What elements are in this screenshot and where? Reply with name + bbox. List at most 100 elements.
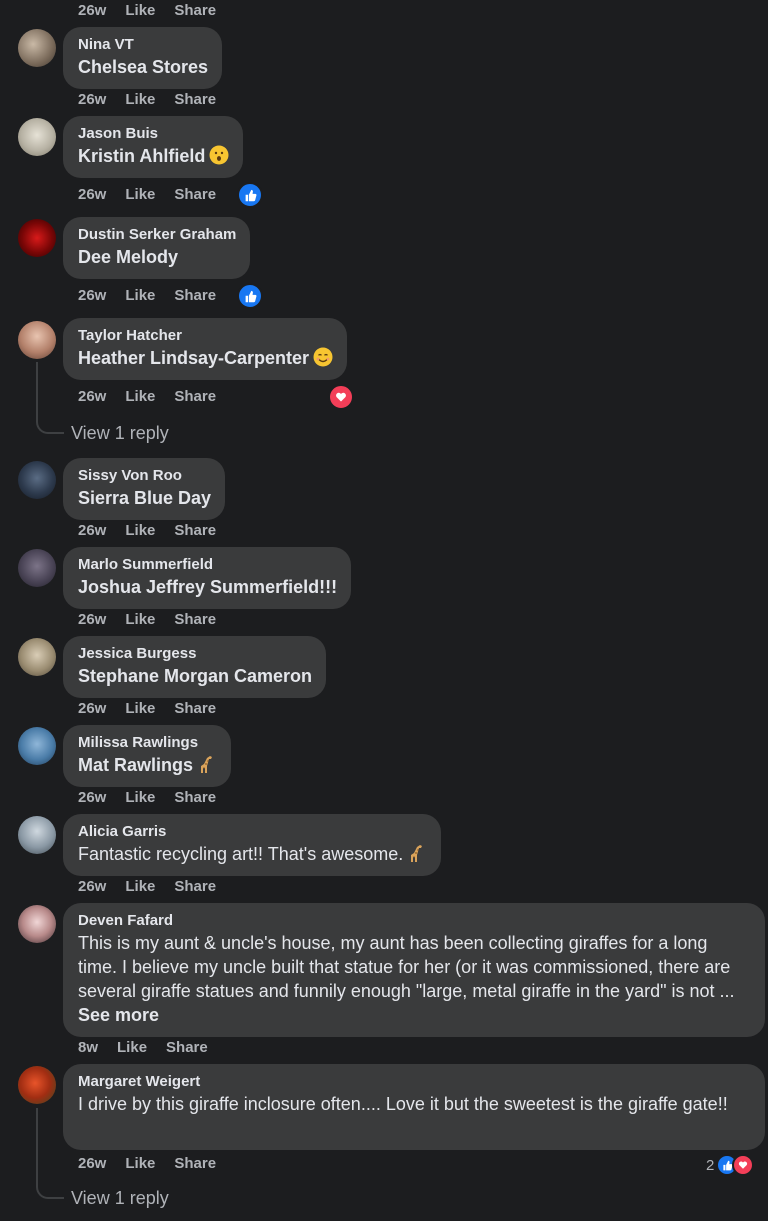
share-link[interactable]: Share bbox=[174, 91, 216, 108]
comment-timestamp[interactable]: 26w bbox=[78, 611, 106, 628]
comment-author[interactable]: Margaret Weigert bbox=[78, 1072, 751, 1092]
comment-text[interactable]: Sierra Blue Day bbox=[78, 486, 211, 510]
comment-timestamp[interactable]: 26w bbox=[78, 388, 106, 405]
giraffe-emoji-icon bbox=[201, 756, 213, 773]
comment-actions: 8w Like Share bbox=[78, 1039, 208, 1056]
like-link[interactable]: Like bbox=[125, 611, 155, 628]
avatar[interactable] bbox=[18, 321, 56, 359]
comment-text-content[interactable]: Mat Rawlings bbox=[78, 755, 193, 775]
like-link[interactable]: Like bbox=[125, 388, 155, 405]
share-link[interactable]: Share bbox=[174, 789, 216, 806]
thread-line bbox=[36, 362, 38, 420]
avatar[interactable] bbox=[18, 219, 56, 257]
like-link[interactable]: Like bbox=[125, 2, 155, 19]
comment-text-content[interactable]: This is my aunt & uncle's house, my aunt… bbox=[78, 933, 735, 1001]
avatar[interactable] bbox=[18, 549, 56, 587]
share-link[interactable]: Share bbox=[174, 2, 216, 19]
reaction-summary[interactable]: 2 bbox=[706, 1154, 755, 1176]
comment-bubble: Jason Buis Kristin Ahlfield bbox=[63, 116, 244, 178]
comment-text: Mat Rawlings bbox=[78, 753, 217, 777]
avatar[interactable] bbox=[18, 727, 56, 765]
avatar[interactable] bbox=[18, 905, 56, 943]
avatar[interactable] bbox=[18, 461, 56, 499]
thread-connector bbox=[36, 1185, 64, 1199]
comment-bubble: Milissa Rawlings Mat Rawlings bbox=[63, 725, 232, 787]
avatar[interactable] bbox=[18, 29, 56, 67]
share-link[interactable]: Share bbox=[174, 611, 216, 628]
comment-text-content[interactable]: Kristin Ahlfield bbox=[78, 146, 205, 166]
comment-bubble: Alicia Garris Fantastic recycling art!! … bbox=[63, 814, 442, 876]
comment-actions: 26w Like Share bbox=[78, 700, 216, 717]
comment-bubble: Marlo Summerfield Joshua Jeffrey Summerf… bbox=[63, 547, 352, 609]
comment-timestamp[interactable]: 26w bbox=[78, 287, 106, 304]
like-reaction-icon[interactable] bbox=[237, 182, 263, 208]
reaction-count: 2 bbox=[706, 1156, 715, 1174]
comment-timestamp[interactable]: 26w bbox=[78, 789, 106, 806]
comment-timestamp[interactable]: 26w bbox=[78, 522, 106, 539]
comment-actions: 26w Like Share bbox=[78, 287, 216, 304]
share-link[interactable]: Share bbox=[174, 388, 216, 405]
share-link[interactable]: Share bbox=[166, 1039, 208, 1056]
comment-author[interactable]: Marlo Summerfield bbox=[78, 555, 337, 575]
like-link[interactable]: Like bbox=[125, 878, 155, 895]
comment-timestamp[interactable]: 8w bbox=[78, 1039, 98, 1056]
comment-bubble: Jessica Burgess Stephane Morgan Cameron bbox=[63, 636, 327, 698]
like-link[interactable]: Like bbox=[125, 186, 155, 203]
like-link[interactable]: Like bbox=[125, 91, 155, 108]
share-link[interactable]: Share bbox=[174, 1155, 216, 1172]
comment-timestamp[interactable]: 26w bbox=[78, 1155, 106, 1172]
like-link[interactable]: Like bbox=[125, 522, 155, 539]
share-link[interactable]: Share bbox=[174, 186, 216, 203]
comment-timestamp[interactable]: 26w bbox=[78, 878, 106, 895]
comment-text[interactable]: I drive by this giraffe inclosure often.… bbox=[78, 1092, 751, 1116]
avatar[interactable] bbox=[18, 638, 56, 676]
love-reaction-icon[interactable] bbox=[328, 384, 354, 410]
avatar[interactable] bbox=[18, 816, 56, 854]
comment-actions: 26w Like Share bbox=[78, 186, 216, 203]
comment-author[interactable]: Jason Buis bbox=[78, 124, 229, 144]
view-replies-link[interactable]: View 1 reply bbox=[71, 1188, 169, 1209]
comment-bubble: Dustin Serker Graham Dee Melody bbox=[63, 217, 251, 279]
comment-timestamp[interactable]: 26w bbox=[78, 91, 106, 108]
comment-author[interactable]: Jessica Burgess bbox=[78, 644, 312, 664]
comment-bubble: Margaret Weigert I drive by this giraffe… bbox=[63, 1064, 765, 1150]
comment-timestamp[interactable]: 26w bbox=[78, 186, 106, 203]
like-reaction-icon[interactable] bbox=[237, 283, 263, 309]
hushed-face-emoji-icon bbox=[209, 145, 229, 165]
like-link[interactable]: Like bbox=[125, 1155, 155, 1172]
comment-bubble: Nina VT Chelsea Stores bbox=[63, 27, 223, 89]
comment-author[interactable]: Alicia Garris bbox=[78, 822, 427, 842]
comment-text: Kristin Ahlfield bbox=[78, 144, 229, 168]
comment-author[interactable]: Sissy Von Roo bbox=[78, 466, 211, 486]
share-link[interactable]: Share bbox=[174, 878, 216, 895]
avatar[interactable] bbox=[18, 118, 56, 156]
like-link[interactable]: Like bbox=[125, 287, 155, 304]
comment-author[interactable]: Taylor Hatcher bbox=[78, 326, 333, 346]
share-link[interactable]: Share bbox=[174, 522, 216, 539]
comment-actions: 26w Like Share bbox=[78, 91, 216, 108]
like-link[interactable]: Like bbox=[125, 700, 155, 717]
avatar[interactable] bbox=[18, 1066, 56, 1104]
comment-actions: 26w Like Share bbox=[78, 522, 216, 539]
comment-actions: 26w Like Share bbox=[78, 1155, 216, 1172]
comment-text[interactable]: Stephane Morgan Cameron bbox=[78, 664, 312, 688]
comment-author[interactable]: Milissa Rawlings bbox=[78, 733, 217, 753]
comment-text[interactable]: Chelsea Stores bbox=[78, 55, 208, 79]
comment-author[interactable]: Nina VT bbox=[78, 35, 208, 55]
comment-actions: 26w Like Share bbox=[78, 878, 216, 895]
comment-timestamp[interactable]: 26w bbox=[78, 2, 106, 19]
thread-line bbox=[36, 1108, 38, 1185]
comment-text[interactable]: Dee Melody bbox=[78, 245, 236, 269]
share-link[interactable]: Share bbox=[174, 700, 216, 717]
comment-author[interactable]: Deven Fafard bbox=[78, 911, 751, 931]
comment-text-content[interactable]: Fantastic recycling art!! That's awesome… bbox=[78, 844, 403, 864]
comment-timestamp[interactable]: 26w bbox=[78, 700, 106, 717]
like-link[interactable]: Like bbox=[125, 789, 155, 806]
comment-text[interactable]: Joshua Jeffrey Summerfield!!! bbox=[78, 575, 337, 599]
view-replies-link[interactable]: View 1 reply bbox=[71, 423, 169, 444]
comment-text-content[interactable]: Heather Lindsay-Carpenter bbox=[78, 348, 309, 368]
share-link[interactable]: Share bbox=[174, 287, 216, 304]
comment-author[interactable]: Dustin Serker Graham bbox=[78, 225, 236, 245]
see-more-link[interactable]: See more bbox=[78, 1005, 159, 1025]
like-link[interactable]: Like bbox=[117, 1039, 147, 1056]
